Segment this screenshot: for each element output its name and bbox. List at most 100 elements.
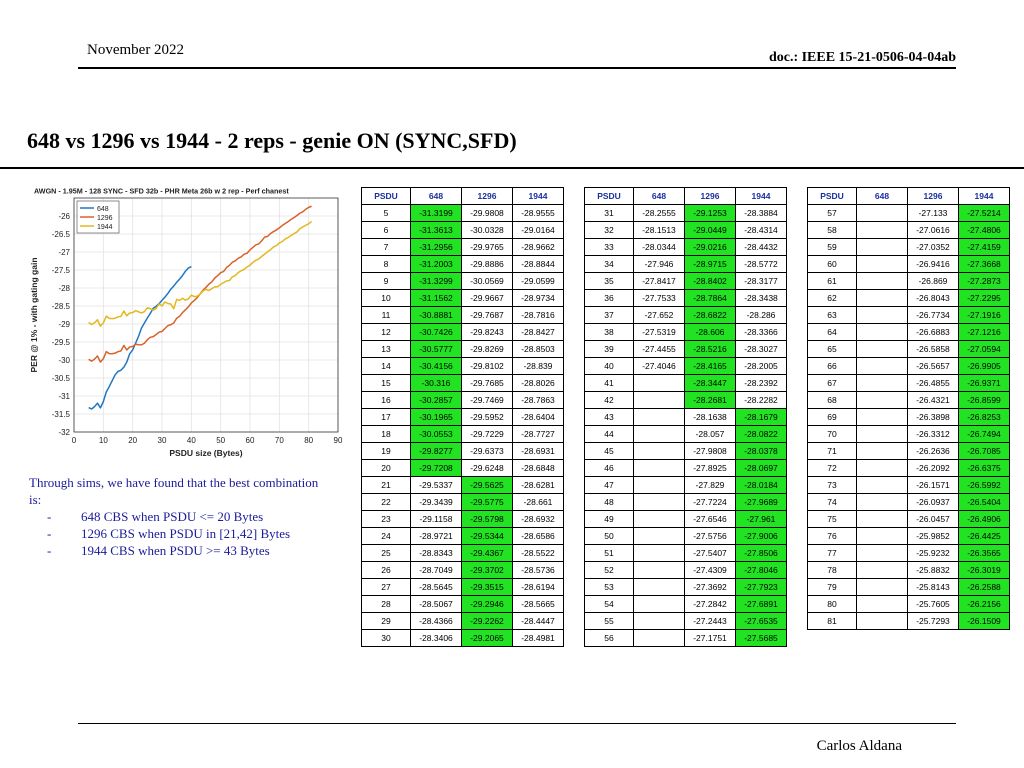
y-tick-label: -27.5 <box>52 266 71 275</box>
per-cell: -29.9765 <box>461 238 513 256</box>
psdu-cell: 28 <box>361 595 411 613</box>
header-doc-id: doc.: IEEE 15-21-0506-04-04ab <box>768 50 956 65</box>
per-cell: -28.9662 <box>512 238 564 256</box>
per-cell: -29.3515 <box>461 578 513 596</box>
per-cell: -26.9416 <box>907 255 959 273</box>
per-cell: -27.4309 <box>684 561 736 579</box>
table-row: 79 -25.8143 -26.2588 <box>807 578 1010 596</box>
per-cell <box>633 493 685 511</box>
legend-label: 1296 <box>97 215 113 222</box>
per-cell: -28.3447 <box>684 374 736 392</box>
psdu-cell: 5 <box>361 204 411 222</box>
x-tick-label: 90 <box>334 436 343 445</box>
y-tick-label: -31.5 <box>52 410 71 419</box>
column-header: 1944 <box>512 187 564 205</box>
per-cell: -28.4432 <box>735 238 787 256</box>
per-cell: -27.7923 <box>735 578 787 596</box>
per-cell: -27.2443 <box>684 612 736 630</box>
psdu-cell: 51 <box>584 544 634 562</box>
per-cell: -29.4367 <box>461 544 513 562</box>
per-cell: -28.9555 <box>512 204 564 222</box>
psdu-cell: 36 <box>584 289 634 307</box>
per-cell: -28.5772 <box>735 255 787 273</box>
per-cell <box>856 272 908 290</box>
per-cell: -29.8277 <box>410 442 462 460</box>
psdu-cell: 74 <box>807 493 857 511</box>
per-cell: -28.2392 <box>735 374 787 392</box>
per-cell: -25.8832 <box>907 561 959 579</box>
table-row: 42 -28.2681 -28.2282 <box>584 391 787 409</box>
per-cell: -26.9371 <box>958 374 1010 392</box>
per-cell: -27.6535 <box>735 612 787 630</box>
table-row: 24 -28.9721 -29.5344 -28.6586 <box>361 527 564 545</box>
y-tick-label: -30.5 <box>52 374 71 383</box>
per-cell: -28.2681 <box>684 391 736 409</box>
per-cell <box>633 527 685 545</box>
psdu-cell: 62 <box>807 289 857 307</box>
psdu-cell: 58 <box>807 221 857 239</box>
psdu-cell: 71 <box>807 442 857 460</box>
per-cell: -28.7816 <box>512 306 564 324</box>
per-cell: -26.2092 <box>907 459 959 477</box>
per-cell: -28.606 <box>684 323 736 341</box>
per-cell <box>633 561 685 579</box>
table-row: 74 -26.0937 -26.5404 <box>807 493 1010 511</box>
table-row: 48 -27.7224 -27.9689 <box>584 493 787 511</box>
table-row: 52 -27.4309 -27.8046 <box>584 561 787 579</box>
per-cell: -27.5685 <box>735 629 787 647</box>
column-header: 648 <box>410 187 462 205</box>
psdu-cell: 13 <box>361 340 411 358</box>
psdu-cell: 46 <box>584 459 634 477</box>
notes-item-text: 1296 CBS when PSDU in [21,42] Bytes <box>81 526 291 541</box>
per-cell: -30.0328 <box>461 221 513 239</box>
per-cell <box>633 442 685 460</box>
per-cell <box>856 561 908 579</box>
per-cell: -29.9808 <box>461 204 513 222</box>
per-cell: -28.0184 <box>735 476 787 494</box>
table-row: 51 -27.5407 -27.8506 <box>584 544 787 562</box>
per-cell: -26.2156 <box>958 595 1010 613</box>
table-row: 49 -27.6546 -27.961 <box>584 510 787 528</box>
per-cell: -28.9715 <box>684 255 736 273</box>
psdu-cell: 12 <box>361 323 411 341</box>
table-row: 46 -27.8925 -28.0697 <box>584 459 787 477</box>
table-row: 76 -25.9852 -26.4425 <box>807 527 1010 545</box>
per-cell <box>856 544 908 562</box>
per-cell <box>856 612 908 630</box>
table-header-row: PSDU 648 1296 1944 <box>807 187 1010 205</box>
table-row: 31 -28.2555 -29.1253 -28.3884 <box>584 204 787 222</box>
per-cell <box>633 612 685 630</box>
per-cell: -26.7734 <box>907 306 959 324</box>
header-rule <box>78 67 956 69</box>
x-tick-label: 20 <box>128 436 137 445</box>
psdu-cell: 53 <box>584 578 634 596</box>
psdu-cell: 24 <box>361 527 411 545</box>
per-cell: -28.5522 <box>512 544 564 562</box>
per-cell: -30.1965 <box>410 408 462 426</box>
per-cell: -28.1638 <box>684 408 736 426</box>
per-cell: -29.8886 <box>461 255 513 273</box>
psdu-cell: 73 <box>807 476 857 494</box>
per-cell: -26.8043 <box>907 289 959 307</box>
per-cell: -28.4314 <box>735 221 787 239</box>
psdu-cell: 41 <box>584 374 634 392</box>
per-cell <box>856 306 908 324</box>
per-cell: -29.1253 <box>684 204 736 222</box>
per-table-1: PSDU 648 1296 1944 5 -31.3199 -29.9808 -28.9555… <box>361 187 564 647</box>
per-cell: -27.8506 <box>735 544 787 562</box>
psdu-cell: 76 <box>807 527 857 545</box>
per-cell: -27.4159 <box>958 238 1010 256</box>
psdu-cell: 45 <box>584 442 634 460</box>
psdu-cell: 30 <box>361 629 411 647</box>
per-cell: -26.7085 <box>958 442 1010 460</box>
y-axis-label: PER @ 1% - with gating gain <box>29 257 39 372</box>
per-cell: -28.9734 <box>512 289 564 307</box>
psdu-cell: 17 <box>361 408 411 426</box>
x-tick-label: 50 <box>216 436 225 445</box>
psdu-cell: 26 <box>361 561 411 579</box>
per-cell: -26.6883 <box>907 323 959 341</box>
per-cell: -28.8844 <box>512 255 564 273</box>
table-row: 28 -28.5067 -29.2946 -28.5665 <box>361 595 564 613</box>
table-row: 63 -26.7734 -27.1916 <box>807 306 1010 324</box>
psdu-cell: 27 <box>361 578 411 596</box>
